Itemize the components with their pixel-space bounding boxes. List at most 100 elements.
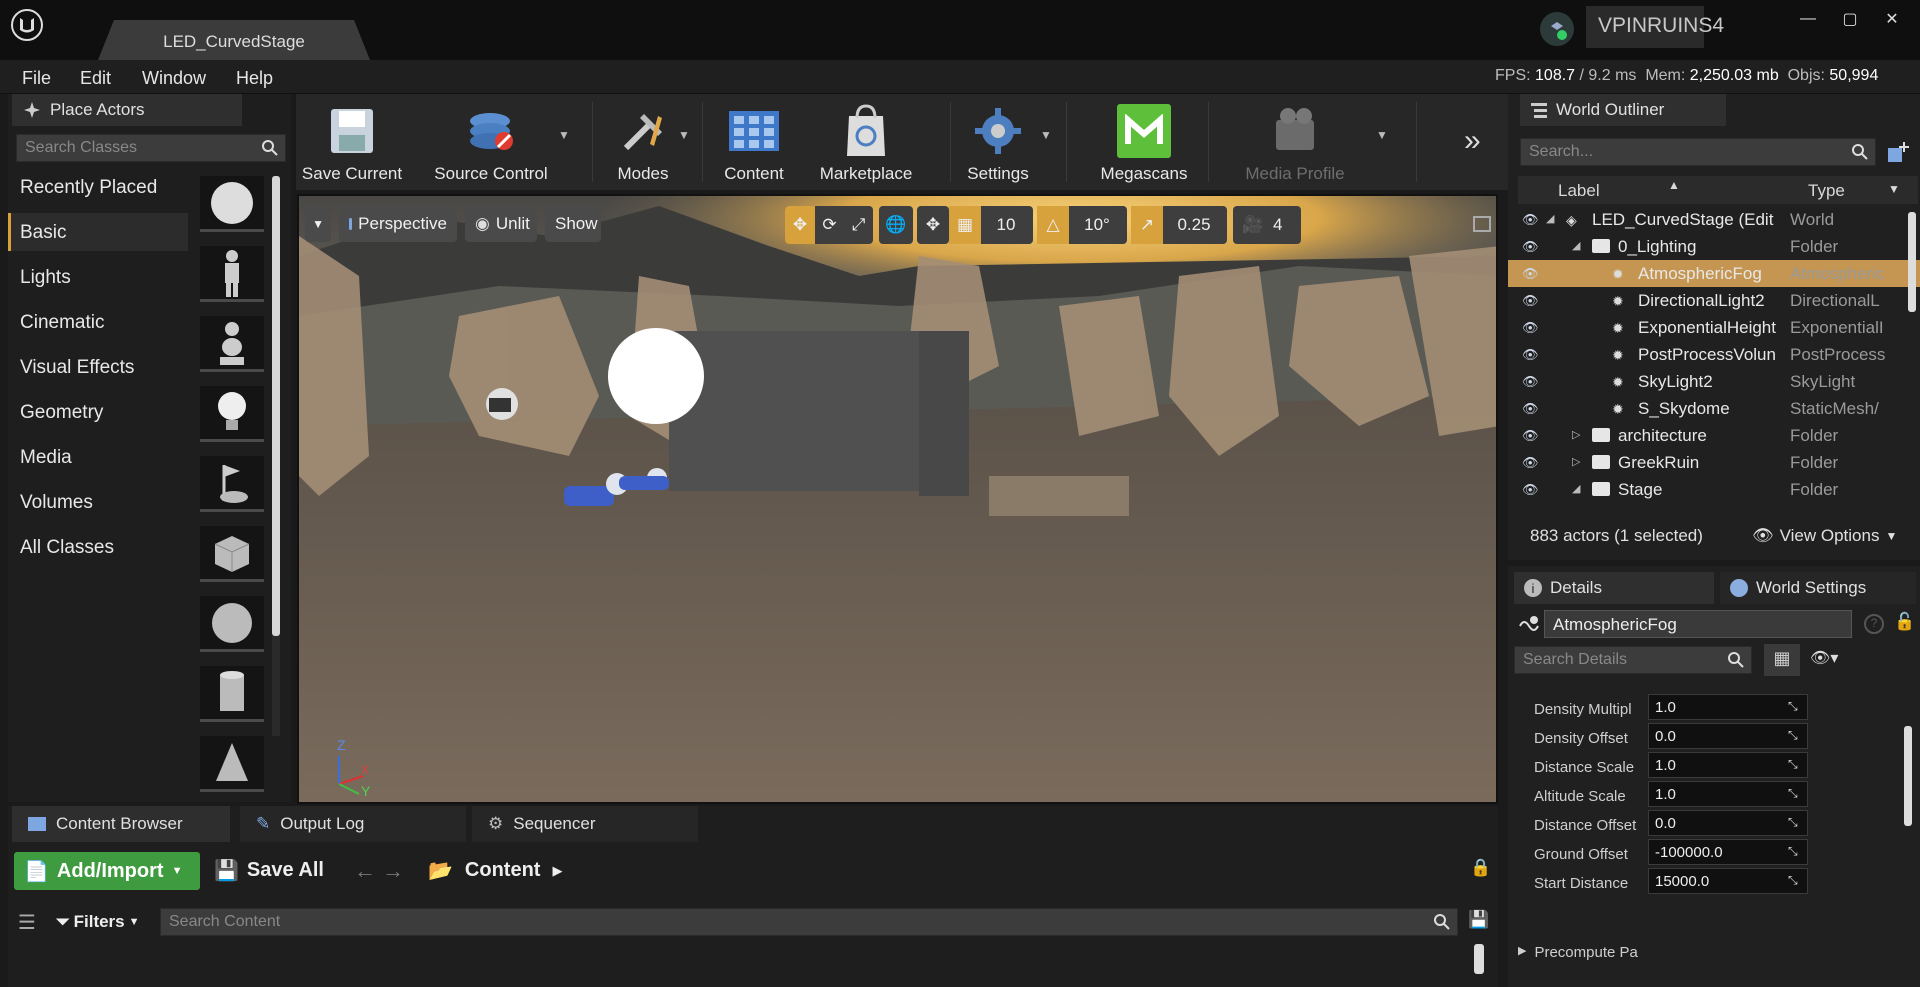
reset-to-default-icon[interactable]: ⤡ — [1788, 699, 1804, 715]
row-0-lighting[interactable]: 👁 ◢ 0_Lighting Folder — [1508, 233, 1920, 260]
surface-snap-toggle[interactable]: ✥ — [917, 206, 949, 244]
visibility-eye-icon[interactable]: 👁 — [1522, 428, 1539, 444]
view-mode-button[interactable]: ◉ Unlit — [465, 206, 537, 242]
property-value-input[interactable]: 1.0 — [1648, 752, 1808, 778]
show-button[interactable]: Show — [545, 206, 601, 242]
category-media[interactable]: Media — [20, 447, 72, 469]
property-value-input[interactable]: 1.0 — [1648, 694, 1808, 720]
column-type[interactable]: Type — [1808, 181, 1845, 201]
tab-content-browser[interactable]: Content Browser — [12, 806, 230, 842]
visibility-eye-icon[interactable]: 👁 — [1522, 239, 1539, 255]
visibility-eye-icon[interactable]: 👁 — [1522, 455, 1539, 471]
category-recently-placed[interactable]: Recently Placed — [20, 177, 157, 199]
lock-icon[interactable]: 🔒 — [1470, 858, 1491, 878]
search-icon[interactable] — [1851, 143, 1869, 161]
maximize-icon[interactable]: ▢ — [1832, 6, 1868, 32]
toolbar-overflow-icon[interactable]: » — [1464, 124, 1481, 158]
scale-snap-value[interactable]: 0.25 — [1163, 215, 1225, 235]
tree-expander-icon[interactable]: ◢ — [1572, 482, 1580, 495]
category-basic[interactable]: Basic — [20, 222, 66, 244]
reset-to-default-icon[interactable]: ⤡ — [1788, 728, 1804, 744]
row-atmospheric-fog[interactable]: 👁 ✹ AtmosphericFog Atmospheric — [1508, 260, 1920, 287]
viewport-options-dropdown[interactable]: ▼ — [305, 206, 331, 242]
tab-output-log[interactable]: ✎ Output Log — [240, 806, 466, 842]
marketplace-button[interactable]: Marketplace — [814, 94, 918, 190]
column-label[interactable]: Label — [1558, 181, 1600, 201]
content-scrollbar[interactable] — [1474, 944, 1484, 974]
camera-speed-group[interactable]: 🎥 4 — [1233, 206, 1301, 244]
actor-cube-thumb[interactable] — [200, 526, 264, 582]
help-icon[interactable]: ? — [1864, 614, 1884, 634]
property-value-input[interactable]: 0.0 — [1648, 723, 1808, 749]
actor-sphere-thumb[interactable] — [200, 596, 264, 652]
search-icon[interactable] — [261, 139, 279, 157]
content-path[interactable]: 📂 Content ▶ — [428, 858, 562, 883]
property-value-input[interactable]: 15000.0 — [1648, 868, 1808, 894]
precompute-section[interactable]: ▶ Precompute Pa — [1518, 944, 1638, 961]
property-value-input[interactable]: 1.0 — [1648, 781, 1808, 807]
row-directional-light[interactable]: 👁 ✹ DirectionalLight2 DirectionalL — [1508, 287, 1920, 314]
category-volumes[interactable]: Volumes — [20, 492, 93, 514]
outliner-search-input[interactable]: Search... — [1520, 138, 1876, 166]
megascans-button[interactable]: Megascans — [1094, 94, 1194, 190]
reset-to-default-icon[interactable]: ⤡ — [1788, 757, 1804, 773]
sources-panel-toggle-icon[interactable]: ☰ — [18, 910, 36, 935]
visibility-eye-icon[interactable]: 👁 — [1522, 266, 1539, 282]
save-current-button[interactable]: Save Current — [302, 94, 402, 190]
scale-icon[interactable]: ⤢ — [844, 215, 873, 235]
visibility-eye-icon[interactable]: 👁 — [1522, 293, 1539, 309]
visibility-eye-icon[interactable]: 👁 — [1522, 401, 1539, 417]
category-all-classes[interactable]: All Classes — [20, 537, 114, 559]
category-cinematic[interactable]: Cinematic — [20, 312, 104, 334]
object-name-field[interactable]: AtmosphericFog — [1544, 610, 1852, 638]
row-skydome[interactable]: 👁 ✹ S_Skydome StaticMesh/ — [1508, 395, 1920, 422]
add-filter-icon[interactable] — [1886, 140, 1910, 169]
details-tab[interactable]: i Details — [1514, 572, 1714, 604]
details-search-input[interactable]: Search Details — [1514, 646, 1752, 674]
visibility-filter-icon[interactable]: 👁▾ — [1810, 648, 1838, 668]
actor-character-thumb[interactable] — [200, 246, 264, 302]
lock-icon[interactable]: 🔓 — [1894, 612, 1915, 632]
search-classes-input[interactable]: Search Classes — [16, 134, 286, 162]
content-search-input[interactable]: Search Content — [160, 908, 1458, 936]
forward-arrow-icon[interactable]: → — [382, 858, 404, 884]
minimize-icon[interactable]: — — [1790, 6, 1826, 32]
reset-to-default-icon[interactable]: ⤡ — [1788, 815, 1804, 831]
place-actors-tab[interactable]: Place Actors — [12, 94, 242, 126]
row-greekruin[interactable]: 👁 ▷ GreekRuin Folder — [1508, 449, 1920, 476]
level-viewport[interactable]: Z XY ▼ Perspective ◉ Unlit Show ✥ ⟳ ⤢ 🌐 ✥ … — [297, 194, 1498, 804]
place-actors-scrollbar[interactable] — [272, 176, 280, 736]
modes-button[interactable]: Modes — [600, 94, 686, 190]
content-button[interactable]: Content — [710, 94, 798, 190]
actor-player-start-thumb[interactable] — [200, 456, 264, 512]
actor-cone-thumb[interactable] — [200, 736, 264, 792]
grid-snap-value[interactable]: 10 — [981, 215, 1031, 235]
level-tab[interactable]: LED_CurvedStage — [98, 20, 370, 60]
visibility-eye-icon[interactable]: 👁 — [1522, 320, 1539, 336]
view-options-button[interactable]: 👁 View Options ▼ — [1752, 526, 1897, 546]
perspective-button[interactable]: Perspective — [339, 206, 457, 242]
world-settings-tab[interactable]: World Settings — [1720, 572, 1916, 604]
filters-button[interactable]: ⏷ Filters ▼ — [56, 912, 140, 932]
unreal-logo-icon[interactable] — [10, 8, 44, 42]
media-profile-button[interactable]: Media Profile — [1236, 94, 1354, 190]
world-local-toggle[interactable]: 🌐 — [879, 206, 913, 244]
property-value-input[interactable]: -100000.0 — [1648, 839, 1808, 865]
property-matrix-icon[interactable]: ▦ — [1764, 644, 1800, 676]
settings-dropdown-icon[interactable]: ▼ — [1040, 128, 1052, 142]
menu-edit[interactable]: Edit — [80, 68, 111, 89]
details-scrollbar[interactable] — [1904, 726, 1912, 826]
visibility-eye-icon[interactable]: 👁 — [1522, 482, 1539, 498]
grid-snap-icon[interactable]: ▦ — [949, 206, 981, 244]
category-geometry[interactable]: Geometry — [20, 402, 103, 424]
actor-cylinder-thumb[interactable] — [200, 666, 264, 722]
row-led-curvedstage[interactable]: 👁 ◢ ◈ LED_CurvedStage (Edit World — [1508, 206, 1920, 233]
add-import-button[interactable]: 📄 Add/Import ▼ — [14, 852, 200, 890]
actor-point-light-thumb[interactable] — [200, 386, 264, 442]
close-icon[interactable]: ✕ — [1874, 6, 1910, 32]
actor-empty-actor-thumb[interactable] — [200, 176, 264, 232]
outliner-scrollbar[interactable] — [1908, 212, 1916, 312]
visibility-eye-icon[interactable]: 👁 — [1522, 347, 1539, 363]
row-postprocess-volume[interactable]: 👁 ✹ PostProcessVolun PostProcess — [1508, 341, 1920, 368]
visibility-eye-icon[interactable]: 👁 — [1522, 212, 1539, 228]
